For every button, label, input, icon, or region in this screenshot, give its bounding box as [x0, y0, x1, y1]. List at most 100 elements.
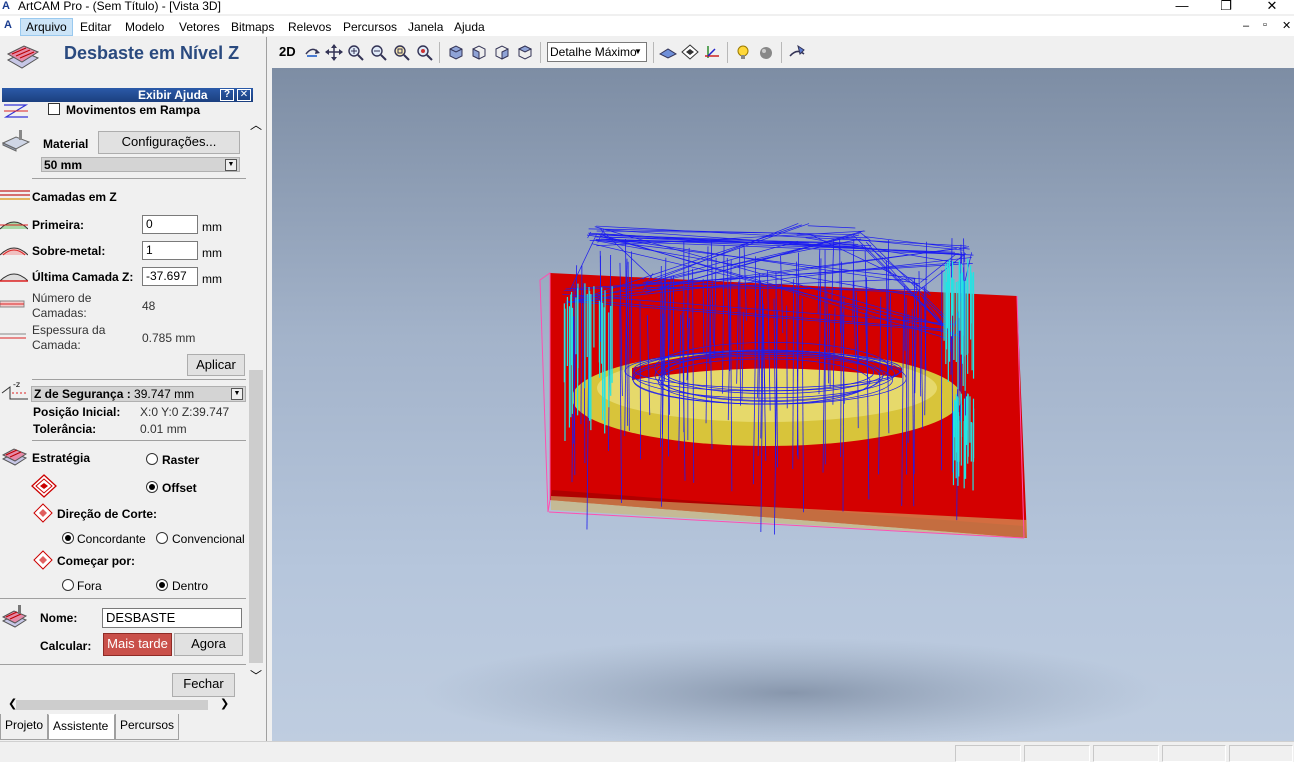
apply-button[interactable]: Aplicar [187, 354, 245, 376]
raster-label: Raster [162, 453, 200, 467]
tab-assistente[interactable]: Assistente [48, 714, 115, 740]
side-view-icon[interactable] [493, 44, 511, 61]
menu-bitmaps[interactable]: Bitmaps [226, 18, 279, 36]
menu-janela[interactable]: Janela [403, 18, 448, 36]
zoom-window-icon[interactable] [393, 44, 411, 61]
status-cell-2 [1024, 745, 1090, 762]
layer-thickness-icon [0, 333, 26, 339]
scroll-right-icon[interactable]: ❯ [220, 697, 229, 710]
title-bar: A ArtCAM Pro - (Sem Título) - [Vista 3D]… [0, 0, 1294, 14]
layer-count-label-1: Número de [32, 291, 92, 305]
dropdown-arrow-icon: ▼ [231, 388, 243, 400]
scroll-up-icon[interactable]: ︿ [249, 116, 263, 133]
tab-projeto[interactable]: Projeto [0, 714, 48, 740]
mdi-restore-button[interactable]: ▫ [1263, 19, 1267, 31]
chevron-down-icon: ▼ [634, 47, 642, 56]
horizontal-scroll-thumb[interactable] [16, 700, 208, 710]
block-outline-left [539, 272, 551, 513]
zoom-in-icon[interactable] [347, 44, 365, 61]
close-button[interactable]: Fechar [172, 673, 235, 697]
menu-ajuda[interactable]: Ajuda [449, 18, 490, 36]
calculate-now-button[interactable]: Agora [174, 633, 243, 656]
panel-scroll-thumb[interactable] [249, 370, 263, 663]
toolpath-link [807, 225, 856, 229]
menu-percursos[interactable]: Percursos [338, 18, 402, 36]
climb-radio[interactable] [62, 532, 74, 544]
calculate-later-button[interactable]: Mais tarde [103, 633, 172, 656]
roughing-header-icon [6, 45, 40, 69]
menu-relevos[interactable]: Relevos [283, 18, 336, 36]
minimize-button[interactable]: — [1159, 0, 1205, 14]
menu-modelo[interactable]: Modelo [120, 18, 169, 36]
first-layer-label: Primeira: [32, 218, 85, 232]
toolpath-link [588, 228, 855, 235]
first-layer-unit: mm [202, 220, 222, 234]
zoom-out-icon[interactable] [370, 44, 388, 61]
help-question-button[interactable]: ? [220, 89, 234, 101]
iso-view-icon[interactable] [447, 44, 465, 61]
safe-z-value: 39.747 mm [134, 387, 195, 401]
menu-arquivo[interactable]: Arquivo [20, 18, 73, 36]
shaded-relief-icon[interactable] [659, 44, 677, 61]
raster-radio[interactable] [146, 453, 158, 465]
dropdown-arrow-icon: ▼ [225, 159, 237, 171]
material-icon [2, 130, 30, 152]
3d-scene[interactable] [272, 68, 1294, 741]
conventional-radio[interactable] [156, 532, 168, 544]
status-cell-5 [1229, 745, 1293, 762]
last-layer-input[interactable]: -37.697 [142, 267, 198, 286]
document-icon[interactable]: A [4, 19, 18, 33]
z-layers-label: Camadas em Z [32, 190, 117, 204]
scroll-down-icon[interactable]: ﹀ [249, 667, 263, 684]
menu-editar[interactable]: Editar [75, 18, 116, 36]
inside-radio[interactable] [156, 579, 168, 591]
toolpath-link [642, 238, 861, 284]
status-cell-1 [955, 745, 1021, 762]
menu-bar: A Arquivo Editar Modelo Vetores Bitmaps … [0, 16, 1294, 36]
zoom-fit-icon[interactable] [416, 44, 434, 61]
ramp-moves-checkbox[interactable] [48, 103, 60, 115]
panel-title: Desbaste em Nível Z [64, 43, 240, 63]
maximize-button[interactable]: ❐ [1203, 0, 1249, 14]
top-view-icon[interactable] [516, 44, 534, 61]
layer-thickness-value: 0.785 mm [142, 331, 196, 345]
overmetal-input[interactable]: 1 [142, 241, 198, 260]
pan-icon[interactable] [325, 44, 343, 61]
scroll-left-icon[interactable]: ❮ [8, 697, 17, 710]
help-close-button[interactable]: ✕ [237, 89, 251, 101]
show-help-label[interactable]: Exibir Ajuda [138, 88, 208, 102]
light-bulb-icon[interactable] [734, 44, 752, 61]
tab-percursos[interactable]: Percursos [115, 714, 179, 740]
detail-level-select[interactable]: Detalhe Máximo ▼ [547, 42, 647, 62]
material-sphere-icon[interactable] [757, 44, 775, 61]
ramp-icon [3, 104, 29, 118]
first-layer-input[interactable]: 0 [142, 215, 198, 234]
offset-strategy-icon [31, 474, 57, 498]
z-layers-icon [0, 190, 30, 200]
safe-z-dropdown[interactable]: Z de Segurança : 39.747 mm ▼ [31, 386, 246, 402]
mdi-close-button[interactable]: ✕ [1282, 19, 1291, 32]
toolpath-link [864, 236, 970, 250]
conventional-label: Convencional [172, 532, 245, 546]
front-view-icon[interactable] [470, 44, 488, 61]
material-settings-button[interactable]: Configurações... [98, 131, 240, 154]
window-title: ArtCAM Pro - (Sem Título) - [Vista 3D] [18, 0, 221, 13]
axes-icon[interactable] [703, 44, 721, 61]
status-cell-3 [1093, 745, 1159, 762]
layer-thickness-label-2: Camada: [32, 338, 81, 352]
view-2d-button[interactable]: 2D [279, 44, 296, 59]
outside-radio[interactable] [62, 579, 74, 591]
offset-radio[interactable] [146, 481, 158, 493]
toolpath-name-input[interactable]: DESBASTE [102, 608, 242, 628]
simulate-toolpath-icon[interactable] [788, 44, 806, 61]
cut-direction-icon [33, 503, 53, 523]
close-window-button[interactable]: ✕ [1249, 0, 1294, 14]
toolpath-view-icon[interactable] [681, 44, 699, 61]
rotate-icon[interactable] [303, 44, 321, 61]
material-thickness-dropdown[interactable]: 50 mm ▼ [41, 157, 240, 172]
mdi-minimize-button[interactable]: – [1243, 20, 1249, 32]
menu-vetores[interactable]: Vetores [174, 18, 225, 36]
svg-text:-z: -z [13, 380, 20, 389]
strategy-icon [2, 448, 28, 466]
3d-viewport[interactable] [272, 68, 1294, 741]
